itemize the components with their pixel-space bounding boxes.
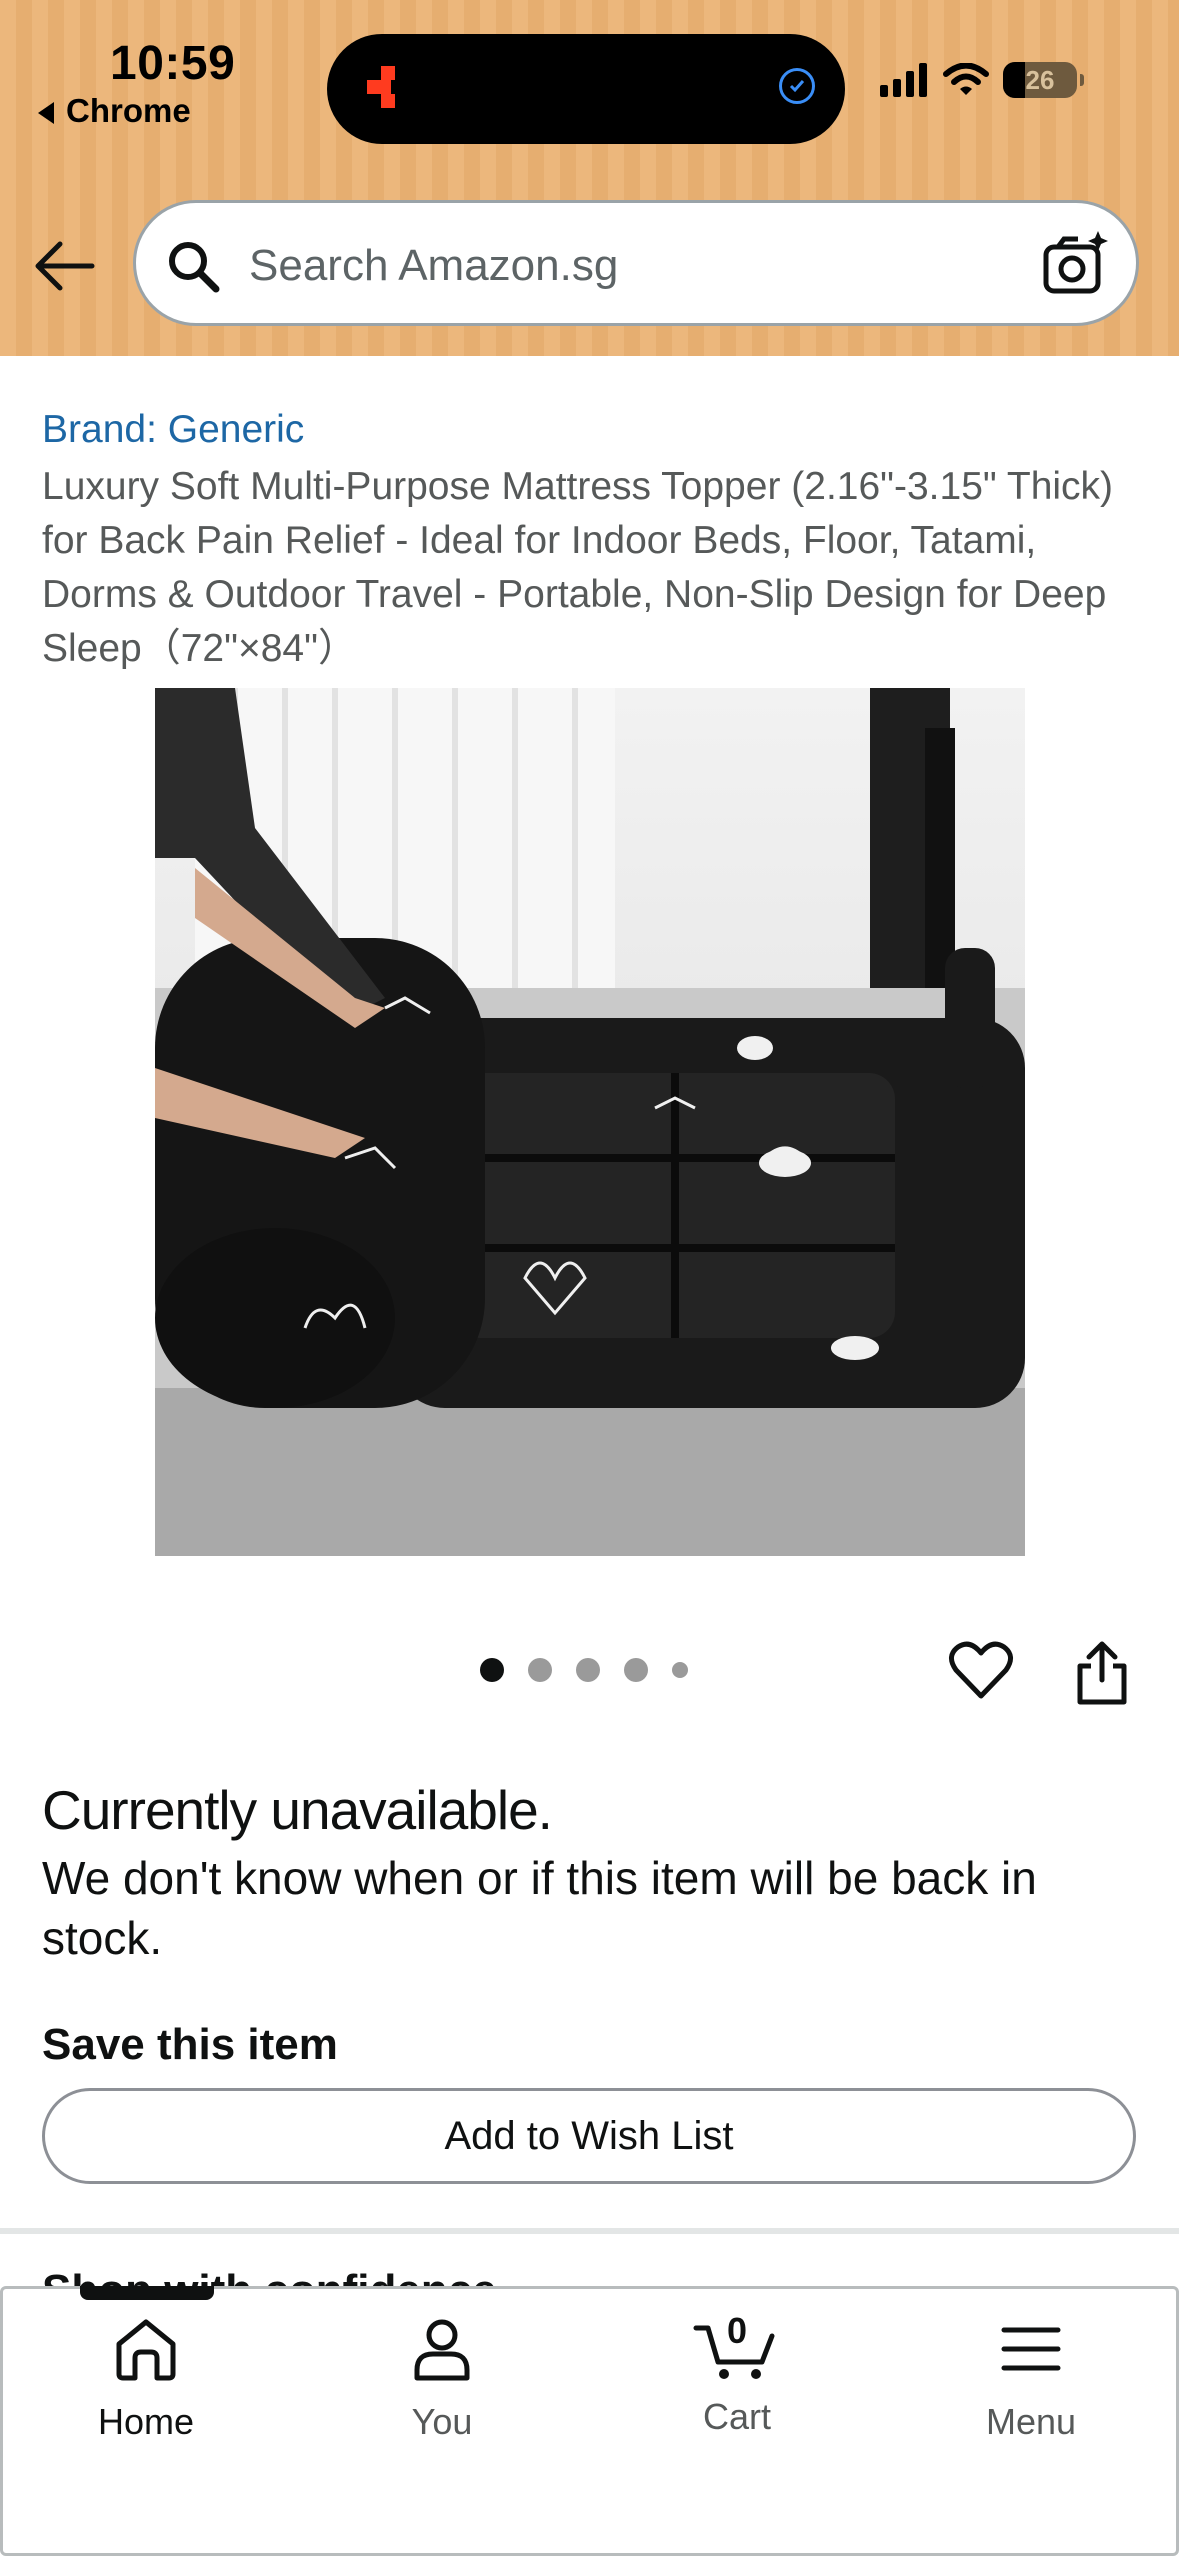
- status-time: 10:59: [110, 37, 236, 90]
- nav-home-label: Home: [97, 2401, 195, 2442]
- dynamic-island: [327, 34, 845, 144]
- back-arrow-icon[interactable]: [32, 236, 96, 296]
- battery-level: 26: [1025, 65, 1055, 95]
- search-bar[interactable]: Search Amazon.sg: [133, 200, 1139, 326]
- share-icon[interactable]: [1074, 1640, 1130, 1706]
- battery-icon: 26: [1003, 62, 1084, 98]
- nav-home[interactable]: Home: [26, 2316, 266, 2443]
- availability-heading: Currently unavailable.: [42, 1779, 553, 1841]
- nav-you-label: You: [411, 2401, 473, 2442]
- mattress-topper-photo: [155, 688, 1025, 1556]
- nav-menu[interactable]: Menu: [911, 2316, 1151, 2443]
- verified-check-icon: [779, 68, 815, 104]
- product-title: Luxury Soft Multi-Purpose Mattress Toppe…: [42, 465, 1114, 670]
- search-input[interactable]: Search Amazon.sg: [249, 241, 618, 291]
- product-image[interactable]: [155, 688, 1025, 1556]
- back-triangle-icon: [38, 102, 54, 124]
- pager-dot[interactable]: [480, 1658, 504, 1682]
- section-divider: [0, 2228, 1179, 2234]
- save-item-heading: Save this item: [42, 2020, 338, 2069]
- active-tab-indicator: [80, 2286, 214, 2300]
- nav-menu-label: Menu: [985, 2401, 1077, 2442]
- cellular-signal-icon: [880, 63, 927, 97]
- nav-you[interactable]: You: [322, 2316, 562, 2443]
- camera-search-icon[interactable]: [1042, 229, 1110, 299]
- pager-dot[interactable]: [672, 1662, 688, 1678]
- back-app-label: Chrome: [66, 92, 191, 129]
- status-icons: 26: [880, 62, 1084, 98]
- app-activity-icon: [367, 66, 395, 108]
- brand-link[interactable]: Brand: Generic: [42, 408, 304, 452]
- back-to-app-link[interactable]: Chrome: [38, 92, 191, 130]
- heart-icon[interactable]: [948, 1638, 1014, 1704]
- nav-cart[interactable]: 0 Cart: [617, 2310, 857, 2438]
- search-icon: [169, 242, 220, 293]
- home-icon: [116, 2319, 176, 2381]
- image-pager-dots[interactable]: [480, 1658, 688, 1682]
- availability-message: We don't know when or if this item will …: [42, 1852, 1037, 1964]
- pager-dot[interactable]: [576, 1658, 600, 1682]
- pager-dot[interactable]: [528, 1658, 552, 1682]
- header: 10:59 Chrome 26 Search Amazon.sg: [0, 0, 1179, 356]
- menu-icon: [1001, 2327, 1061, 2371]
- wifi-icon: [943, 63, 989, 95]
- nav-cart-label: Cart: [702, 2396, 771, 2437]
- add-to-wish-list-button[interactable]: Add to Wish List: [42, 2088, 1136, 2184]
- person-icon: [414, 2319, 470, 2381]
- pager-dot[interactable]: [624, 1658, 648, 1682]
- cart-icon: [693, 2325, 775, 2379]
